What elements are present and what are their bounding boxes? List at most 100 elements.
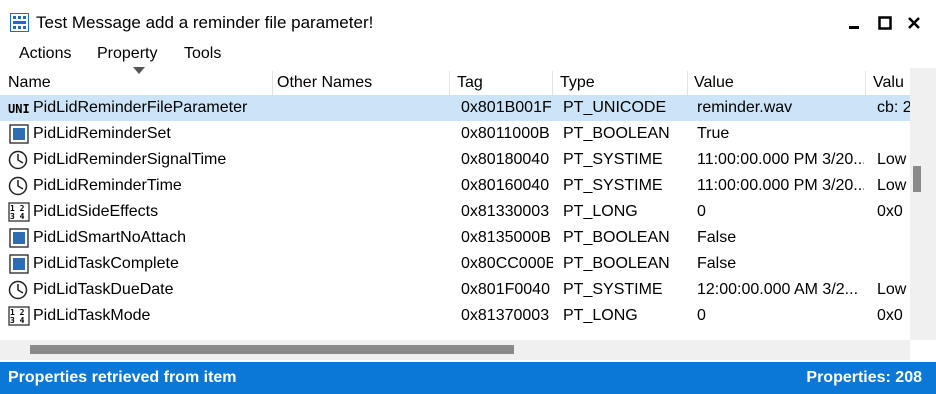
cell-value-alt: Low (877, 177, 907, 194)
cell-type: PT_SYSTIME (563, 151, 663, 168)
column-header-type[interactable]: Type (552, 71, 688, 95)
mapi-app-icon (10, 13, 29, 32)
cell-tag: 0x81330003 (461, 203, 550, 220)
cell-other-names (277, 225, 449, 251)
svg-text:3 4: 3 4 (10, 212, 25, 221)
cell-value-alt (877, 225, 910, 251)
maximize-button[interactable] (874, 12, 896, 34)
column-header-other-names[interactable]: Other Names (269, 71, 450, 95)
cell-tag: 0x80CC000B (461, 255, 553, 272)
cell-value: False (697, 255, 737, 272)
cell-other-names (277, 251, 449, 277)
number-icon: 1 23 4 (8, 202, 30, 222)
cell-value: 12:00:00.000 AM 3/2... (697, 281, 859, 298)
property-count: Properties: 208 (806, 369, 922, 386)
horizontal-scrollbar[interactable] (0, 340, 910, 360)
menu-property[interactable]: Property (97, 45, 157, 63)
close-button[interactable] (903, 12, 925, 34)
clock-icon (8, 150, 30, 170)
cell-name: PidLidTaskDueDate (33, 281, 174, 298)
cell-value-alt: 0x0 (877, 203, 903, 220)
cell-value: 0 (697, 203, 706, 220)
cell-value: 11:00:00.000 PM 3/20... (697, 177, 864, 194)
cell-tag: 0x80180040 (461, 151, 550, 168)
cell-other-names (277, 95, 449, 121)
window-title: Test Message add a reminder file paramet… (36, 13, 374, 32)
cell-value: reminder.wav (697, 99, 793, 116)
cell-other-names (277, 147, 449, 173)
cell-tag: 0x8135000B (461, 229, 551, 246)
cell-other-names (277, 303, 449, 329)
cell-type: PT_BOOLEAN (563, 229, 670, 246)
vertical-scroll-thumb[interactable] (913, 166, 921, 192)
unicode-string-icon: UNI (8, 98, 30, 118)
boolean-icon (8, 254, 30, 274)
table-row[interactable]: UNI PidLidReminderFileParameter 0x801B001F… (0, 95, 910, 121)
cell-value-alt: Low (877, 281, 907, 298)
cell-type: PT_LONG (563, 307, 638, 324)
cell-value-alt: cb: 2 (877, 99, 910, 116)
boolean-icon (8, 124, 30, 144)
status-bar: Properties retrieved from item Propertie… (0, 362, 936, 394)
cell-tag: 0x81370003 (461, 307, 550, 324)
cell-value: 0 (697, 307, 706, 324)
cell-other-names (277, 199, 449, 225)
cell-value-alt: Low (877, 151, 907, 168)
column-header-row: Name Other Names Tag Type Value Valu (0, 71, 910, 95)
table-row[interactable]: PidLidReminderTime 0x80160040 PT_SYSTIME 11… (0, 173, 910, 199)
svg-text:3 4: 3 4 (10, 316, 25, 325)
table-row[interactable]: PidLidReminderSet 0x8011000B PT_BOOLEAN Tru… (0, 121, 910, 147)
cell-tag: 0x801B001F (461, 99, 552, 116)
status-message: Properties retrieved from item (8, 369, 237, 386)
cell-type: PT_SYSTIME (563, 177, 663, 194)
cell-value-alt (877, 121, 910, 147)
cell-type: PT_BOOLEAN (563, 125, 670, 142)
close-icon (908, 17, 920, 29)
clock-icon (8, 176, 30, 196)
cell-type: PT_LONG (563, 203, 638, 220)
cell-name: PidLidTaskMode (33, 307, 151, 324)
boolean-icon (8, 228, 30, 248)
cell-value-alt (877, 251, 910, 277)
column-header-tag[interactable]: Tag (449, 71, 553, 95)
cell-name: PidLidReminderTime (33, 177, 182, 194)
number-icon: 1 23 4 (8, 306, 30, 326)
table-row[interactable]: PidLidTaskDueDate 0x801F0040 PT_SYSTIME 12:… (0, 277, 910, 303)
cell-name: PidLidSmartNoAttach (33, 229, 186, 246)
table-row[interactable]: 1 23 4 PidLidTaskMode 0x81370003 PT_LONG 0 0x… (0, 303, 910, 329)
menu-tools[interactable]: Tools (184, 45, 221, 63)
cell-tag: 0x80160040 (461, 177, 550, 194)
table-row[interactable]: 1 23 4 PidLidSideEffects 0x81330003 PT_LONG… (0, 199, 910, 225)
cell-value-alt: 0x0 (877, 307, 903, 324)
minimize-icon (849, 26, 859, 29)
cell-name: PidLidReminderSignalTime (33, 151, 227, 168)
cell-other-names (277, 121, 449, 147)
cell-tag: 0x8011000B (461, 125, 550, 142)
cell-tag: 0x801F0040 (461, 281, 550, 298)
cell-other-names (277, 277, 449, 303)
cell-name: PidLidTaskComplete (33, 255, 179, 272)
cell-value: 11:00:00.000 PM 3/20... (697, 151, 864, 168)
vertical-scrollbar[interactable] (910, 68, 936, 340)
svg-text:UNI: UNI (8, 102, 30, 116)
horizontal-scroll-thumb[interactable] (30, 345, 514, 354)
column-header-value[interactable]: Value (686, 71, 866, 95)
table-row[interactable]: PidLidReminderSignalTime 0x80180040 PT_SYS… (0, 147, 910, 173)
table-row[interactable]: PidLidTaskComplete 0x80CC000B PT_BOOLEAN Fa… (0, 251, 910, 277)
clock-icon (8, 280, 30, 300)
cell-other-names (277, 173, 449, 199)
maximize-icon (878, 16, 892, 30)
menu-actions[interactable]: Actions (19, 45, 71, 63)
cell-name: PidLidReminderSet (33, 125, 171, 142)
cell-type: PT_SYSTIME (563, 281, 663, 298)
minimize-button[interactable] (843, 12, 865, 34)
column-header-value-alt[interactable]: Valu (865, 71, 910, 95)
title-bar: Test Message add a reminder file paramet… (0, 0, 936, 40)
cell-name: PidLidSideEffects (33, 203, 159, 220)
menu-bar: Actions Property Tools (0, 42, 936, 68)
table-row[interactable]: PidLidSmartNoAttach 0x8135000B PT_BOOLEAN F… (0, 225, 910, 251)
column-header-name[interactable]: Name (0, 71, 273, 95)
cell-value: False (697, 229, 737, 246)
cell-type: PT_UNICODE (563, 99, 667, 116)
property-grid: Name Other Names Tag Type Value Valu UNI… (0, 68, 910, 340)
